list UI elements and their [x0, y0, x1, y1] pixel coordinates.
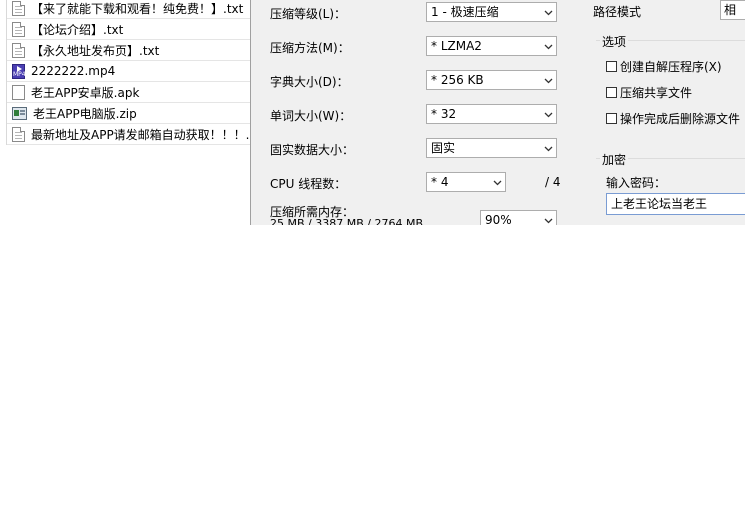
dictionary-size-value: * 256 KB — [431, 73, 484, 87]
checkbox-box[interactable] — [606, 113, 617, 124]
file-row[interactable]: 【永久地址发布页】.txt — [7, 40, 251, 61]
delete-after-checkbox[interactable]: 操作完成后删除源文件 — [606, 110, 740, 127]
sfx-checkbox[interactable]: 创建自解压程序(X) — [606, 58, 722, 75]
password-label: 输入密码： — [606, 176, 667, 190]
zip-file-icon — [12, 106, 27, 120]
compression-level-label: 压缩等级(L)： — [270, 7, 347, 21]
options-group-title: 选项 — [600, 33, 629, 50]
solid-block-size-select[interactable]: 固实 — [426, 138, 557, 158]
word-size-select[interactable]: * 32 — [426, 104, 557, 124]
delete-after-checkbox-label: 操作完成后删除源文件 — [620, 112, 741, 126]
sfx-checkbox-label: 创建自解压程序(X) — [620, 60, 722, 74]
cpu-threads-value: * 4 — [431, 175, 449, 189]
dictionary-size-select[interactable]: * 256 KB — [426, 70, 557, 90]
path-mode-select[interactable]: 相对 — [720, 0, 745, 20]
file-row[interactable]: 【论坛介绍】.txt — [7, 19, 251, 40]
file-name: 老王APP电脑版.zip — [33, 106, 137, 121]
compression-level-select[interactable]: 1 - 极速压缩 — [426, 2, 557, 22]
password-value: 上老王论坛当老王 — [611, 197, 708, 211]
chevron-down-icon — [544, 110, 553, 119]
file-list: 【来了就能下载和观看！纯免费！】.txt 【论坛介绍】.txt 【永久地址发布页… — [6, 0, 251, 145]
solid-block-size-value: 固实 — [431, 141, 456, 155]
txt-file-icon — [12, 126, 25, 142]
compression-method-select[interactable]: * LZMA2 — [426, 36, 557, 56]
encryption-group-title: 加密 — [600, 151, 629, 168]
file-name: 【永久地址发布页】.txt — [31, 43, 160, 58]
word-size-value: * 32 — [431, 107, 457, 121]
file-name: 2222222.mp4 — [31, 64, 116, 78]
chevron-down-icon — [544, 8, 553, 17]
txt-file-icon — [12, 21, 25, 37]
compression-method-value: * LZMA2 — [431, 39, 482, 53]
chevron-down-icon — [544, 42, 553, 51]
txt-file-icon — [12, 0, 25, 16]
txt-file-icon — [12, 42, 25, 58]
checkbox-box[interactable] — [606, 61, 617, 72]
path-mode-label: 路径模式 — [593, 5, 642, 19]
solid-block-size-label: 固实数据大小： — [270, 143, 355, 157]
memory-percent-select[interactable]: 90% — [480, 210, 557, 225]
chevron-down-icon — [544, 216, 553, 225]
compression-level-value: 1 - 极速压缩 — [431, 5, 499, 19]
file-name: 【论坛介绍】.txt — [31, 22, 124, 37]
chevron-down-icon — [493, 178, 502, 187]
file-row[interactable]: 最新地址及APP请发邮箱自动获取！！！.. — [7, 124, 251, 145]
memory-usage-values: 25 MB / 3387 MB / 2764 MB — [270, 218, 423, 225]
file-name: 【来了就能下载和观看！纯免费！】.txt — [31, 1, 244, 16]
shared-files-checkbox-label: 压缩共享文件 — [620, 86, 693, 100]
file-row[interactable]: 老王APP电脑版.zip — [7, 103, 251, 124]
shared-files-checkbox[interactable]: 压缩共享文件 — [606, 84, 692, 101]
compression-method-label: 压缩方法(M)： — [270, 41, 350, 55]
cpu-threads-select[interactable]: * 4 — [426, 172, 506, 192]
file-row[interactable]: 【来了就能下载和观看！纯免费！】.txt — [7, 0, 251, 19]
cpu-threads-label: CPU 线程数： — [270, 177, 347, 191]
file-row[interactable]: MP4 2222222.mp4 — [7, 61, 251, 82]
chevron-down-icon — [544, 76, 553, 85]
chevron-down-icon — [544, 144, 553, 153]
cpu-threads-total: / 4 — [545, 175, 561, 189]
memory-percent-value: 90% — [485, 213, 512, 225]
file-name: 最新地址及APP请发邮箱自动获取！！！.. — [31, 127, 251, 142]
path-mode-value: 相对 — [724, 3, 737, 17]
dictionary-size-label: 字典大小(D)： — [270, 75, 349, 89]
password-input[interactable]: 上老王论坛当老王 — [606, 193, 745, 215]
word-size-label: 单词大小(W)： — [270, 109, 352, 123]
file-row[interactable]: 老王APP安卓版.apk — [7, 82, 251, 103]
mp4-file-icon: MP4 — [12, 63, 26, 79]
apk-file-icon — [12, 84, 25, 100]
file-name: 老王APP安卓版.apk — [31, 85, 140, 100]
checkbox-box[interactable] — [606, 87, 617, 98]
